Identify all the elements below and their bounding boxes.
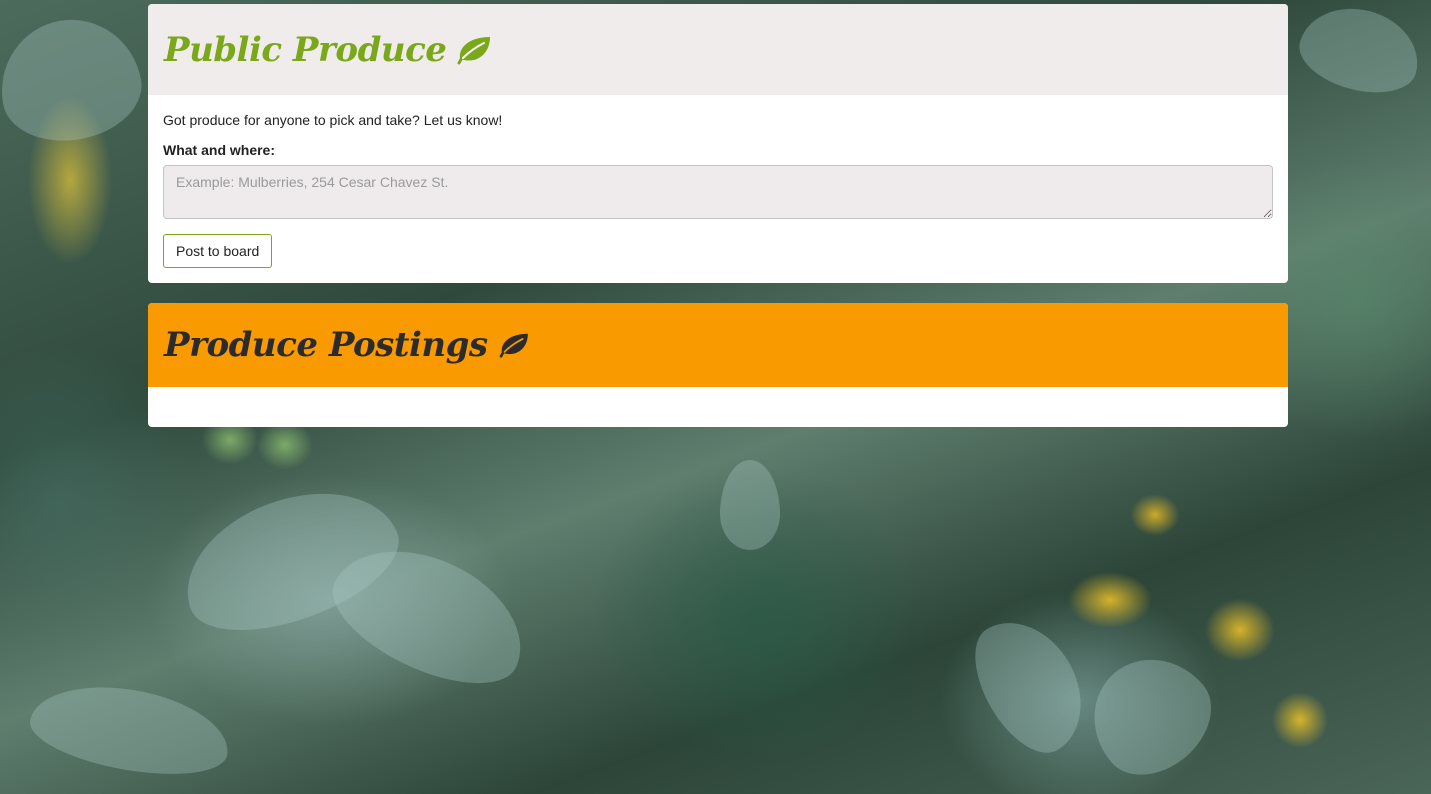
submit-card-header: Public Produce [148,4,1288,95]
submit-card-body: Got produce for anyone to pick and take?… [148,95,1288,268]
what-where-label: What and where: [163,142,276,158]
leaf-icon [457,36,491,64]
what-where-textarea[interactable] [163,165,1273,219]
post-to-board-button[interactable]: Post to board [163,234,273,268]
postings-title-text: Produce Postings [164,325,488,365]
page-title-text: Public Produce [164,29,447,70]
produce-postings-card: Produce Postings [148,303,1288,427]
intro-text: Got produce for anyone to pick and take?… [163,112,503,128]
postings-card-header: Produce Postings [148,303,1288,387]
leaf-icon [499,333,528,358]
postings-title: Produce Postings [164,325,530,365]
page-title: Public Produce [164,30,492,70]
submit-produce-card: Public Produce Got produce for anyone to… [148,4,1288,283]
